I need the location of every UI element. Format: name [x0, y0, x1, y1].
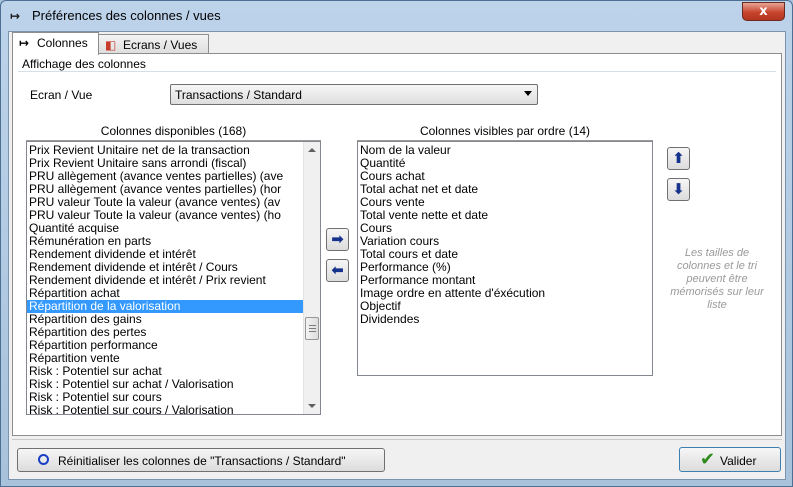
list-item[interactable]: PRU valeur Toute la valeur (avance vente… [27, 209, 303, 222]
list-item[interactable]: Cours vente [358, 196, 652, 209]
ecran-vue-selected: Transactions / Standard [175, 88, 302, 102]
list-item[interactable]: Total vente nette et date [358, 209, 652, 222]
list-item[interactable]: Répartition de la valorisation [27, 300, 303, 313]
list-item[interactable]: Performance montant [358, 274, 652, 287]
available-header-text: Colonnes disponibles (168) [100, 124, 247, 138]
list-item[interactable]: Rendement dividende et intérêt / Cours [27, 261, 303, 274]
title-bar[interactable]: ↦ Préférences des colonnes / vues x [1, 1, 792, 31]
reset-columns-label: Réinitialiser les colonnes de "Transacti… [58, 454, 346, 468]
remove-column-button[interactable]: ⬅ [326, 259, 349, 282]
scroll-thumb[interactable] [305, 317, 319, 340]
tab-panel-colonnes: Affichage des colonnes Ecran / Vue Trans… [12, 53, 782, 436]
list-item[interactable]: Image ordre en attente d'éxécution [358, 287, 652, 300]
list-item[interactable]: Cours achat [358, 170, 652, 183]
ecran-vue-select[interactable]: Transactions / Standard [170, 84, 538, 105]
group-divider [18, 71, 776, 72]
move-up-button[interactable]: ⬆ [667, 147, 690, 170]
list-item[interactable]: Quantité [358, 157, 652, 170]
list-item[interactable]: Répartition des gains [27, 313, 303, 326]
tab-ecrans-vues[interactable]: ◧ Ecrans / Vues [98, 34, 209, 55]
list-item[interactable]: PRU allègement (avance ventes partielles… [27, 183, 303, 196]
add-column-button[interactable]: ➡ [326, 228, 349, 251]
arrow-right-icon: ➡ [331, 230, 344, 248]
list-item[interactable]: Rendement dividende et intérêt [27, 248, 303, 261]
list-item[interactable]: Cours [358, 222, 652, 235]
group-title: Affichage des colonnes [22, 57, 146, 71]
list-item[interactable]: Répartition achat [27, 287, 303, 300]
dialog-window: ↦ Préférences des colonnes / vues x ↦ Col… [0, 0, 793, 487]
screens-icon: ◧ [105, 38, 117, 52]
tab-colonnes[interactable]: ↦ Colonnes [12, 32, 99, 55]
list-item[interactable]: Performance (%) [358, 261, 652, 274]
dialog-client: ↦ Colonnes ◧ Ecrans / Vues Affichage des c… [8, 31, 786, 480]
list-item[interactable]: Prix Revient Unitaire sans arrondi (fisc… [27, 157, 303, 170]
list-item[interactable]: PRU allègement (avance ventes partielles… [27, 170, 303, 183]
list-item[interactable]: Répartition performance [27, 339, 303, 352]
window-title: Préférences des colonnes / vues [32, 8, 221, 23]
list-item[interactable]: Rémunération en parts [27, 235, 303, 248]
hint-text: Les tailles de colonnes et le tri peuven… [670, 247, 764, 311]
scroll-down-button[interactable] [304, 397, 320, 414]
list-item[interactable]: Objectif [358, 300, 652, 313]
chevron-up-icon [308, 148, 316, 152]
pin-arrow-icon: ↦ [10, 9, 21, 23]
list-item[interactable]: Nom de la valeur [358, 144, 652, 157]
arrow-down-icon: ⬇ [672, 180, 685, 198]
visible-columns-list[interactable]: Nom de la valeur Quantité Cours achat Total… [357, 141, 653, 376]
visible-header: Colonnes visibles par ordre (14) [357, 124, 653, 141]
scroll-up-button[interactable] [304, 142, 320, 159]
checkmark-icon: ✔ [700, 449, 716, 470]
ring-icon [38, 454, 49, 465]
list-item[interactable]: Rendement dividende et intérêt / Prix re… [27, 274, 303, 287]
list-item[interactable]: Dividendes [358, 313, 652, 326]
chevron-down-icon [524, 91, 532, 96]
arrow-left-icon: ⬅ [331, 261, 344, 279]
pin-arrow-icon: ↦ [19, 36, 30, 50]
footer-divider [12, 439, 782, 440]
visible-header-text: Colonnes visibles par ordre (14) [419, 124, 591, 138]
available-scrollbar[interactable] [303, 142, 320, 414]
tab-label: Ecrans / Vues [123, 38, 198, 52]
list-item[interactable]: Risk : Potentiel sur achat / Valorisatio… [27, 378, 303, 391]
list-item[interactable]: Quantité acquise [27, 222, 303, 235]
close-button[interactable]: x [742, 2, 785, 21]
validate-button[interactable]: ✔ Valider [679, 447, 781, 472]
list-item[interactable]: Total achat net et date [358, 183, 652, 196]
list-item[interactable]: Risk : Potentiel sur cours / Valorisatio… [27, 404, 303, 414]
list-item[interactable]: Répartition vente [27, 352, 303, 365]
validate-label: Valider [720, 454, 757, 468]
available-columns-list[interactable]: Prix Revient Unitaire net de la transact… [26, 141, 321, 415]
available-header: Colonnes disponibles (168) [26, 124, 321, 141]
chevron-down-icon [308, 404, 316, 408]
list-item[interactable]: Risk : Potentiel sur cours [27, 391, 303, 404]
reset-columns-button[interactable]: Réinitialiser les colonnes de "Transacti… [17, 448, 385, 472]
list-item[interactable]: Total cours et date [358, 248, 652, 261]
list-item[interactable]: Variation cours [358, 235, 652, 248]
ecran-vue-label: Ecran / Vue [30, 88, 93, 102]
list-item[interactable]: PRU valeur Toute la valeur (avance vente… [27, 196, 303, 209]
arrow-up-icon: ⬆ [672, 149, 685, 167]
list-item[interactable]: Risk : Potentiel sur achat [27, 365, 303, 378]
list-item[interactable]: Prix Revient Unitaire net de la transact… [27, 144, 303, 157]
move-down-button[interactable]: ⬇ [667, 178, 690, 201]
list-item[interactable]: Répartition des pertes [27, 326, 303, 339]
tab-label: Colonnes [37, 36, 88, 50]
